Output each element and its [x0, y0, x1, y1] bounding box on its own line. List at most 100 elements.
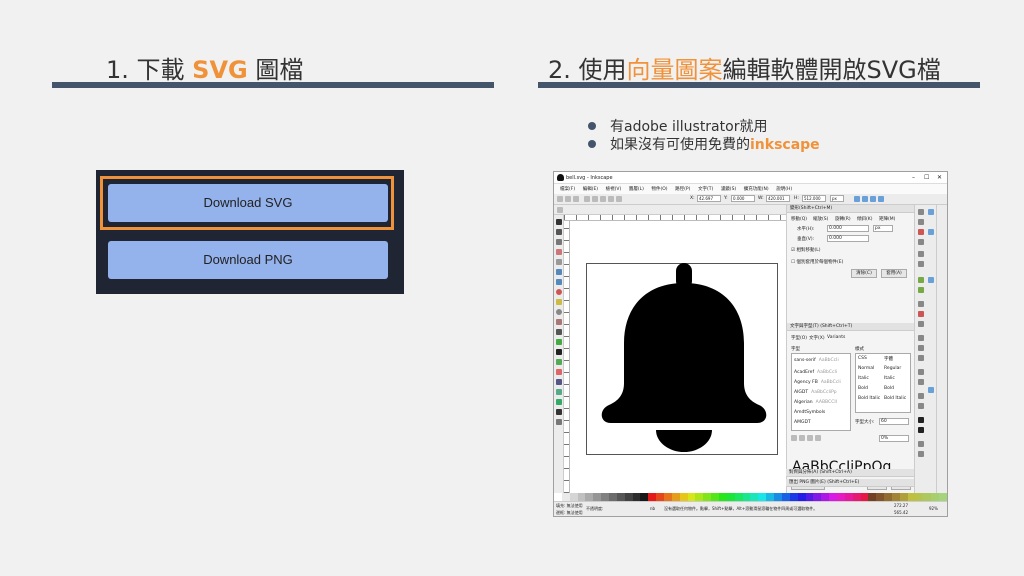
vertical-scrollbar[interactable]: [936, 205, 947, 493]
tab-variants[interactable]: Variants: [827, 335, 845, 340]
palette-swatch[interactable]: [742, 493, 751, 501]
align-left-icon[interactable]: [791, 435, 797, 441]
eraser-tool-icon[interactable]: [556, 369, 562, 375]
font-item[interactable]: Algerian AABBCCII: [794, 400, 837, 405]
raise-icon[interactable]: [608, 196, 614, 202]
group-icon[interactable]: [918, 393, 924, 399]
tab-move[interactable]: 移動(Q): [791, 216, 807, 222]
palette-swatch[interactable]: [844, 493, 853, 501]
menu-layer[interactable]: 圖層(L): [629, 186, 644, 192]
palette-swatch[interactable]: [632, 493, 641, 501]
spray-tool-icon[interactable]: [556, 359, 562, 365]
vertical-field[interactable]: 0.000: [827, 235, 869, 242]
palette-swatch[interactable]: [679, 493, 688, 501]
transform-panel-title[interactable]: 變形(Shift+Ctrl+M): [787, 205, 914, 213]
palette-swatch[interactable]: [624, 493, 633, 501]
horizontal-field[interactable]: 0.000: [827, 225, 869, 232]
menu-help[interactable]: 說明(H): [776, 186, 792, 192]
bell-icon[interactable]: [599, 263, 769, 453]
apply-separately-checkbox[interactable]: ☐ 個別套用於每個物件(E): [791, 259, 843, 265]
ellipse-tool-icon[interactable]: [556, 289, 562, 295]
minimize-icon[interactable]: –: [912, 174, 915, 181]
font-item[interactable]: AmdtSymbols: [794, 410, 828, 415]
palette-swatch[interactable]: [907, 493, 916, 501]
ungroup-icon[interactable]: [918, 403, 924, 409]
palette-swatch[interactable]: [766, 493, 775, 501]
palette-swatch[interactable]: [585, 493, 594, 501]
align-right-icon[interactable]: [807, 435, 813, 441]
zoom-field[interactable]: 92%: [929, 506, 938, 511]
palette-swatch[interactable]: [750, 493, 759, 501]
palette-swatch[interactable]: [640, 493, 649, 501]
face-item[interactable]: 字體: [884, 356, 893, 362]
menu-path[interactable]: 路徑(P): [675, 186, 690, 192]
y-field[interactable]: 0.000: [731, 195, 755, 202]
close-icon[interactable]: ✕: [937, 174, 942, 181]
palette-swatch[interactable]: [876, 493, 885, 501]
import-icon[interactable]: [918, 251, 924, 257]
download-png-button[interactable]: Download PNG: [108, 241, 388, 279]
unit-select[interactable]: px: [830, 195, 844, 202]
font-item[interactable]: AIGDT AaBbCcIiPp: [794, 390, 837, 395]
new-doc-icon[interactable]: [918, 209, 924, 215]
tweak-tool-icon[interactable]: [556, 239, 562, 245]
palette-swatch[interactable]: [774, 493, 782, 501]
unit-select[interactable]: px: [873, 225, 893, 232]
duplicate-icon[interactable]: [918, 369, 924, 375]
measure-tool-icon[interactable]: [556, 259, 562, 265]
xml-editor-icon[interactable]: [918, 441, 924, 447]
maximize-icon[interactable]: ☐: [924, 174, 929, 181]
stroke-indicator[interactable]: 邊框: 無法使用: [556, 510, 583, 516]
pencil-tool-icon[interactable]: [556, 319, 562, 325]
palette-swatch[interactable]: [758, 493, 767, 501]
palette-swatch[interactable]: [868, 493, 877, 501]
save-doc-icon[interactable]: [918, 229, 924, 235]
zoom-drawing-icon[interactable]: [918, 345, 924, 351]
export-panel-title[interactable]: 匯出 PNG 圖片(E) (Shift+Ctrl+E): [786, 479, 914, 487]
palette-swatch[interactable]: [852, 493, 861, 501]
palette-swatch[interactable]: [734, 493, 743, 501]
palette-swatch[interactable]: [939, 493, 947, 501]
justify-icon[interactable]: [815, 435, 821, 441]
face-item[interactable]: Italic: [884, 376, 895, 381]
text-font-panel-title[interactable]: 文字與字型(T) (Shift+Ctrl+T): [787, 323, 914, 331]
palette-swatch[interactable]: [554, 493, 562, 501]
layer-select[interactable]: nb: [650, 506, 655, 511]
lower-icon[interactable]: [616, 196, 622, 202]
toggle-icon[interactable]: [557, 207, 563, 213]
palette-swatch[interactable]: [719, 493, 727, 501]
open-icon[interactable]: [565, 196, 571, 202]
align-panel-title[interactable]: 對齊與分佈(A) (Shift+Ctrl+A): [786, 469, 914, 477]
palette-swatch[interactable]: [789, 493, 798, 501]
copy-icon[interactable]: [918, 301, 924, 307]
flip-icon[interactable]: [600, 196, 606, 202]
tab-font[interactable]: 字型(O): [791, 335, 807, 341]
paste-icon[interactable]: [918, 321, 924, 327]
palette-swatch[interactable]: [829, 493, 837, 501]
palette-swatch[interactable]: [648, 493, 657, 501]
color-palette[interactable]: [554, 493, 947, 501]
drawing-canvas[interactable]: [570, 221, 786, 493]
text-font-icon[interactable]: [918, 427, 924, 433]
selector-tool-icon[interactable]: [556, 219, 562, 225]
menu-view[interactable]: 檢視(V): [606, 186, 622, 192]
palette-swatch[interactable]: [821, 493, 830, 501]
snap-nodes-icon[interactable]: [928, 277, 934, 283]
select-all-icon[interactable]: [584, 196, 590, 202]
rotate-icon[interactable]: [592, 196, 598, 202]
face-item[interactable]: Bold Italic: [884, 396, 906, 401]
node-tool-icon[interactable]: [556, 229, 562, 235]
print-icon[interactable]: [918, 239, 924, 245]
relative-move-checkbox[interactable]: ☑ 相對移動(L): [791, 247, 821, 253]
mesh-tool-icon[interactable]: [556, 399, 562, 405]
palette-swatch[interactable]: [813, 493, 822, 501]
palette-swatch[interactable]: [884, 493, 892, 501]
find-icon[interactable]: [918, 451, 924, 457]
export-icon[interactable]: [918, 261, 924, 267]
download-svg-button[interactable]: Download SVG: [108, 184, 388, 222]
palette-swatch[interactable]: [931, 493, 940, 501]
palette-swatch[interactable]: [836, 493, 845, 501]
font-item[interactable]: Agency FB AaBbCcIi: [794, 380, 841, 385]
w-field[interactable]: 420.001: [766, 195, 790, 202]
undo-icon[interactable]: [918, 277, 924, 283]
